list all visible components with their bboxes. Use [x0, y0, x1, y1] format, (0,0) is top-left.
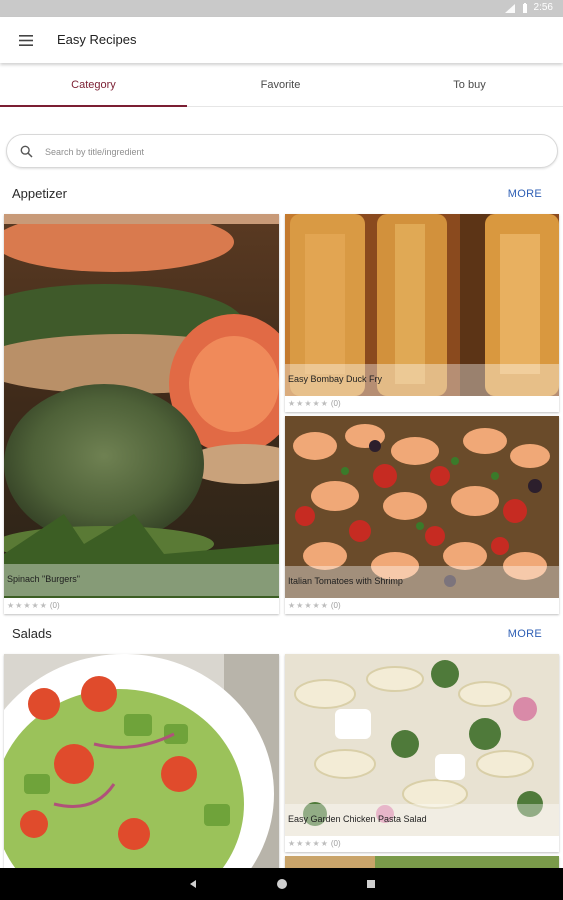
recipe-title-overlay: Italian Tomatoes with Shrimp	[285, 566, 559, 598]
rating-stars: ★★★★★	[288, 839, 329, 848]
signal-icon	[504, 3, 515, 13]
recipe-card-italian-tomatoes-shrimp[interactable]: Italian Tomatoes with Shrimp ★★★★★ (0)	[285, 416, 559, 614]
tab-indicator	[0, 105, 187, 107]
battery-icon	[522, 2, 527, 13]
section-title-salads: Salads	[12, 626, 52, 641]
rating-count: (0)	[330, 839, 341, 848]
recipe-title: Italian Tomatoes with Shrimp	[288, 576, 403, 586]
rating-stars: ★★★★★	[7, 601, 48, 610]
rating-stars: ★★★★★	[288, 399, 329, 408]
salads-more-button[interactable]: MORE	[508, 628, 542, 640]
menu-button[interactable]	[14, 30, 38, 50]
search-input[interactable]	[45, 143, 535, 161]
rating-count: (0)	[330, 601, 341, 610]
recipe-rating: ★★★★★ (0)	[288, 399, 341, 408]
recipe-rating: ★★★★★ (0)	[288, 601, 341, 610]
appetizer-more-button[interactable]: MORE	[508, 188, 542, 200]
recipe-rating: ★★★★★ (0)	[7, 601, 60, 610]
status-time: 2:56	[533, 2, 553, 13]
tab-favorite[interactable]: Favorite	[187, 63, 374, 107]
rating-stars: ★★★★★	[288, 601, 329, 610]
status-icons: 2:56	[504, 2, 553, 14]
back-icon	[189, 880, 196, 888]
recents-icon	[366, 880, 375, 888]
recipe-card-spinach-burgers[interactable]: Spinach "Burgers" ★★★★★ (0)	[4, 214, 279, 614]
recipe-image	[4, 654, 279, 868]
app-title: Easy Recipes	[57, 32, 137, 47]
recipe-title: Easy Bombay Duck Fry	[288, 374, 383, 384]
home-button[interactable]	[275, 877, 289, 891]
recipe-image	[4, 214, 279, 598]
rating-count: (0)	[49, 601, 60, 610]
recipe-title: Spinach "Burgers"	[7, 574, 80, 584]
back-button[interactable]	[186, 877, 200, 891]
search-icon	[20, 145, 33, 158]
recipe-card-salad[interactable]	[4, 654, 279, 868]
recipe-card-chicken-pasta-salad[interactable]: Easy Garden Chicken Pasta Salad ★★★★★ (0…	[285, 654, 559, 852]
rating-count: (0)	[330, 399, 341, 408]
recipe-title: Easy Garden Chicken Pasta Salad	[288, 814, 427, 824]
tab-category[interactable]: Category	[0, 63, 187, 107]
recipe-card-bombay-duck-fry[interactable]: Easy Bombay Duck Fry ★★★★★ (0)	[285, 214, 559, 412]
section-title-appetizer: Appetizer	[12, 186, 67, 201]
recipe-title-overlay: Easy Garden Chicken Pasta Salad	[285, 804, 559, 836]
recents-button[interactable]	[364, 877, 378, 891]
tab-to-buy[interactable]: To buy	[376, 63, 563, 107]
tab-bar: Category Favorite To buy	[0, 63, 563, 107]
recipe-rating: ★★★★★ (0)	[288, 839, 341, 848]
home-icon	[276, 879, 287, 889]
status-bar: 2:56	[0, 0, 563, 17]
menu-icon	[19, 34, 33, 46]
system-nav-bar	[0, 868, 563, 900]
recipe-title-overlay: Easy Bombay Duck Fry	[285, 364, 559, 396]
search-bar[interactable]	[6, 134, 558, 168]
recipe-title-overlay: Spinach "Burgers"	[4, 564, 279, 596]
app-bar: Easy Recipes	[0, 17, 563, 63]
